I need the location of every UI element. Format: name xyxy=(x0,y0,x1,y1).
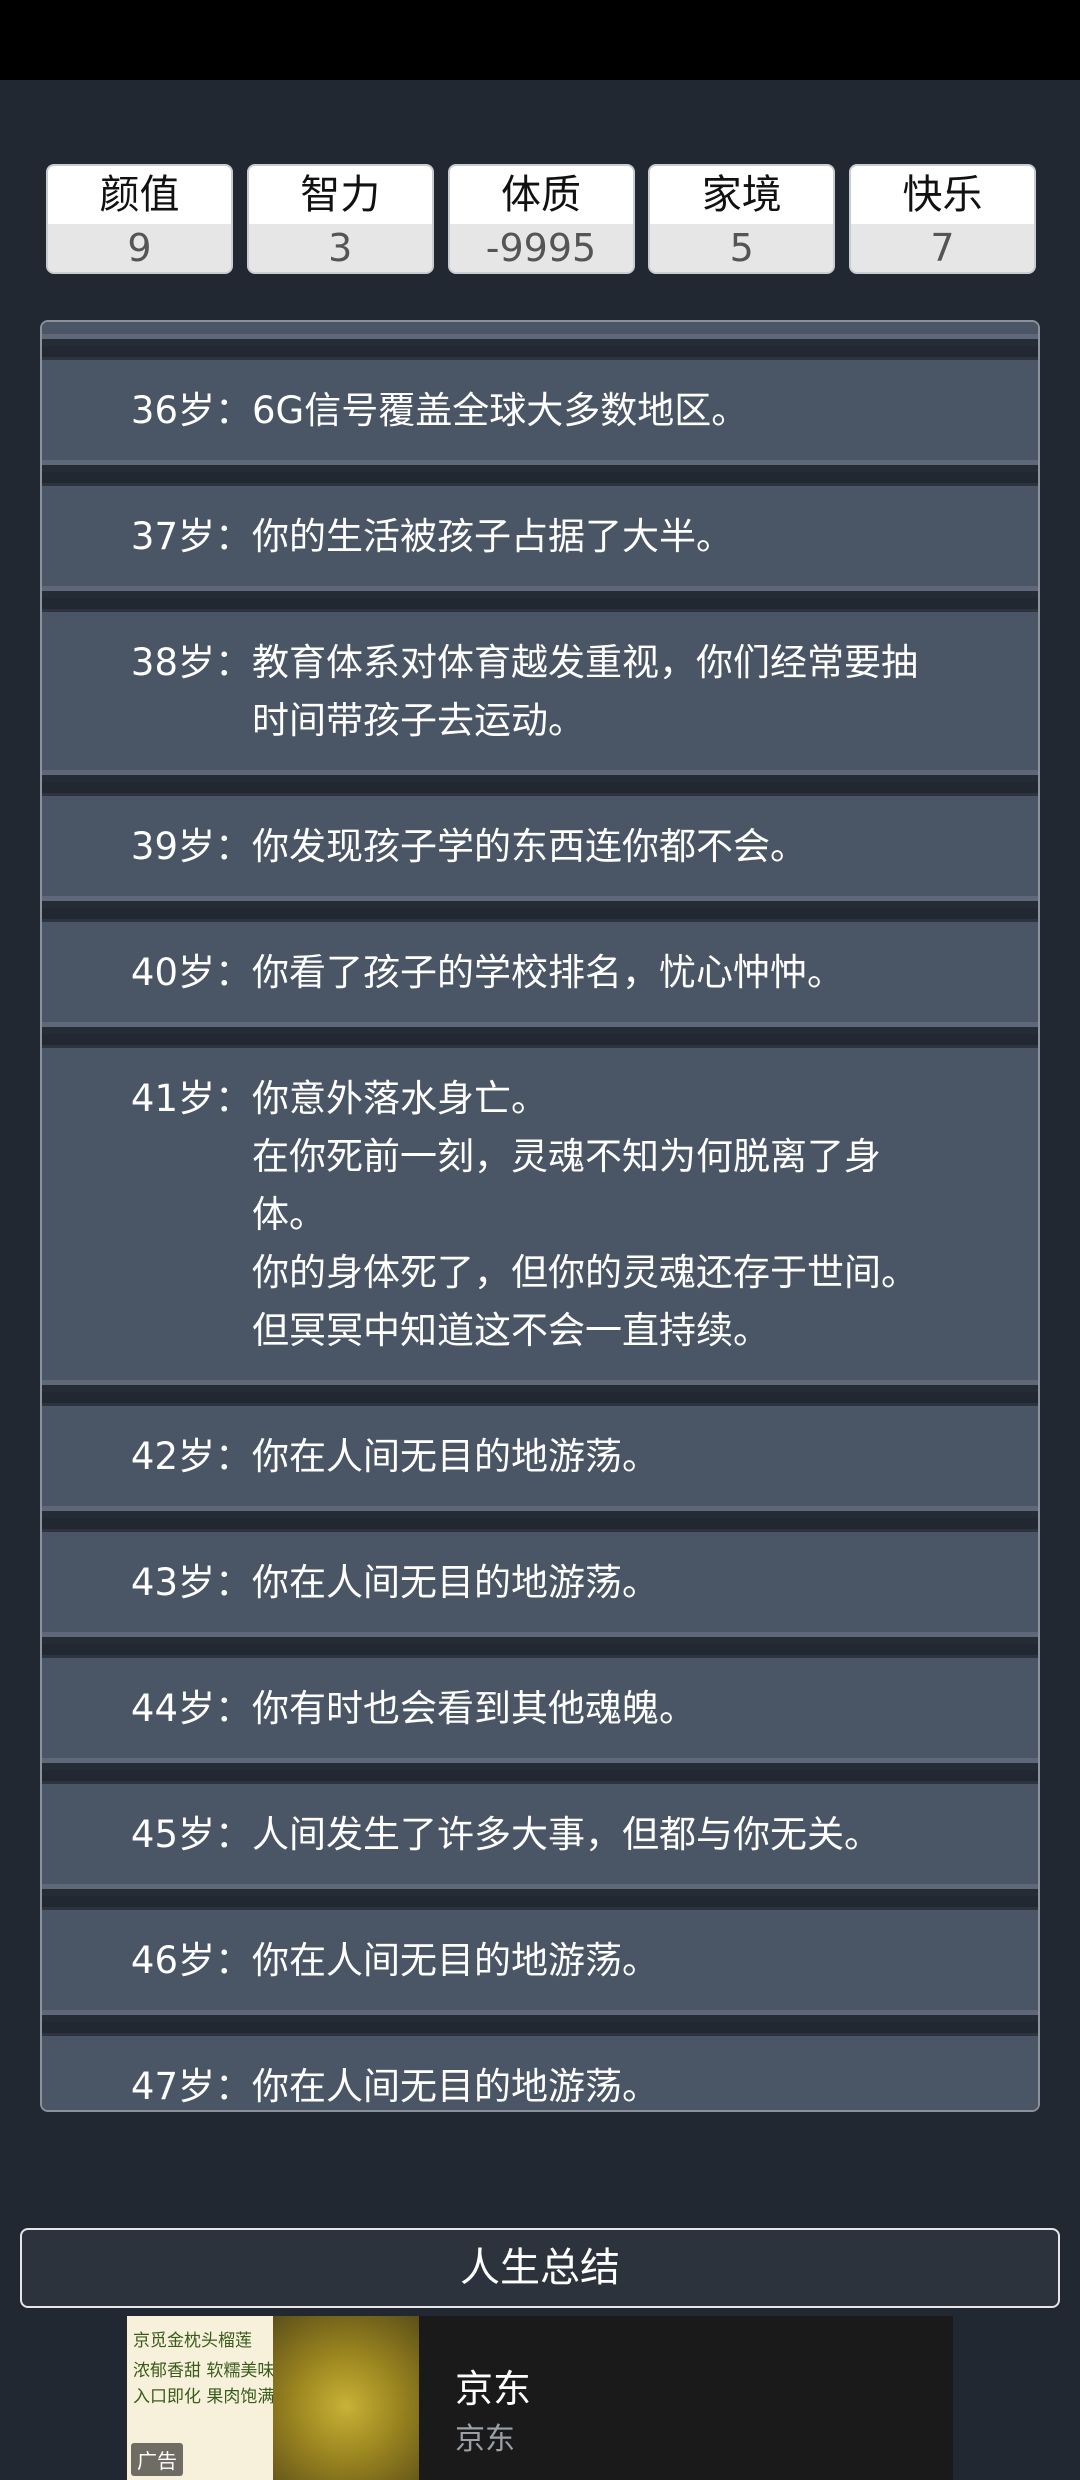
life-event-entry: 38岁： 教育体系对体育越发重视，你们经常要抽 时间带孩子去运动。 xyxy=(42,612,1038,770)
event-text: 教育体系对体育越发重视，你们经常要抽 时间带孩子去运动。 xyxy=(252,634,1038,750)
event-text: 你有时也会看到其他魂魄。 xyxy=(252,1680,1038,1738)
life-event-entry: 37岁： 你的生活被孩子占据了大半。 xyxy=(42,486,1038,586)
stat-label: 体质 xyxy=(449,166,633,224)
life-event-entry: 43岁： 你在人间无目的地游荡。 xyxy=(42,1532,1038,1632)
stat-value: 5 xyxy=(650,224,834,272)
event-age: 47岁： xyxy=(130,2065,252,2108)
life-event-list: 方通报是在拍电视剧。 36岁：6G信号覆盖全球大多数地区。 37岁：你的生活被孩子占… xyxy=(42,322,1038,2110)
status-bar xyxy=(0,0,1080,80)
event-text-line: 你在人间无目的地游荡。 xyxy=(252,1435,659,1478)
life-event-entry: 44岁： 你有时也会看到其他魂魄。 xyxy=(42,1658,1038,1758)
event-text: 你的生活被孩子占据了大半。 xyxy=(252,508,1038,566)
event-age: 36岁： xyxy=(130,389,252,432)
life-event-entry: 方通报是在拍电视剧。 xyxy=(42,322,1038,334)
event-age: 39岁： xyxy=(130,825,252,868)
event-text: 你在人间无目的地游荡。 xyxy=(252,1428,1038,1486)
event-age: 37岁： xyxy=(130,515,252,558)
event-text-line: 你看了孩子的学校排名，忧心忡忡。 xyxy=(252,951,844,994)
ad-image-line: 浓郁香甜 软糯美味 xyxy=(133,2361,275,2381)
attribute-panel: 颜值 9 智力 3 体质 -9995 家境 5 快乐 7 xyxy=(46,164,1036,274)
ad-title[interactable]: 京东 xyxy=(455,2358,531,2413)
stat-label: 家境 xyxy=(650,166,834,224)
event-text: 你在人间无目的地游荡。 xyxy=(252,1932,1038,1990)
stat-appearance: 颜值 9 xyxy=(46,164,233,274)
life-summary-button[interactable]: 人生总结 xyxy=(20,2228,1060,2308)
durian-image xyxy=(273,2316,419,2480)
stat-label: 颜值 xyxy=(48,166,231,224)
event-text: 你意外落水身亡。在你死前一刻，灵魂不知为何脱离了身 体。你的身体死了，但你的灵魂还… xyxy=(252,1070,1038,1360)
event-text: 你看了孩子的学校排名，忧心忡忡。 xyxy=(252,944,1038,1002)
life-event-entry: 36岁： 6G信号覆盖全球大多数地区。 xyxy=(42,360,1038,460)
event-age: 46岁： xyxy=(130,1939,252,1982)
life-event-entry: 47岁： 你在人间无目的地游荡。 xyxy=(42,2036,1038,2110)
event-text-line: 6G信号覆盖全球大多数地区。 xyxy=(252,389,749,432)
event-text-line: 但冥冥中知道这不会一直持续。 xyxy=(252,1309,770,1352)
event-text-line: 你发现孩子学的东西连你都不会。 xyxy=(252,825,807,868)
event-text-line: 你意外落水身亡。 xyxy=(252,1077,548,1120)
event-text-line: 你在人间无目的地游荡。 xyxy=(252,2065,659,2108)
stat-label: 快乐 xyxy=(851,166,1034,224)
stat-value: 7 xyxy=(851,224,1034,272)
event-text-line: 你在人间无目的地游荡。 xyxy=(252,1561,659,1604)
stat-constitution: 体质 -9995 xyxy=(447,164,635,274)
ad-badge: 广告 xyxy=(131,2443,183,2476)
life-event-log[interactable]: 方通报是在拍电视剧。 36岁：6G信号覆盖全球大多数地区。 37岁：你的生活被孩子占… xyxy=(40,320,1040,2112)
event-text: 你在人间无目的地游荡。 xyxy=(252,2058,1038,2110)
event-text: 6G信号覆盖全球大多数地区。 xyxy=(252,382,1038,440)
life-event-entry: 41岁： 你意外落水身亡。在你死前一刻，灵魂不知为何脱离了身 体。你的身体死了，但你… xyxy=(42,1048,1038,1380)
event-age: 42岁： xyxy=(130,1435,252,1478)
event-text-line: 人间发生了许多大事，但都与你无关。 xyxy=(252,1813,881,1856)
event-text-line: 你的生活被孩子占据了大半。 xyxy=(252,515,733,558)
event-text: 人间发生了许多大事，但都与你无关。 xyxy=(252,1806,1038,1864)
event-text-line: 你有时也会看到其他魂魄。 xyxy=(252,1687,696,1730)
event-age: 41岁： xyxy=(130,1077,252,1120)
life-event-entry: 46岁： 你在人间无目的地游荡。 xyxy=(42,1910,1038,2010)
stat-family: 家境 5 xyxy=(648,164,836,274)
event-text-line: 在你死前一刻，灵魂不知为何脱离了身 xyxy=(252,1135,881,1178)
life-event-entry: 39岁： 你发现孩子学的东西连你都不会。 xyxy=(42,796,1038,896)
stat-value: 9 xyxy=(48,224,231,272)
event-text-line: 体。 xyxy=(252,1193,326,1236)
event-text: 你发现孩子学的东西连你都不会。 xyxy=(252,818,1038,876)
stat-value: -9995 xyxy=(449,224,633,272)
ad-subtitle: 京东 xyxy=(455,2422,515,2457)
life-event-entry: 45岁： 人间发生了许多大事，但都与你无关。 xyxy=(42,1784,1038,1884)
stat-intelligence: 智力 3 xyxy=(246,164,434,274)
ad-image-line: 入口即化 果肉饱满 xyxy=(133,2387,275,2407)
event-text-line: 教育体系对体育越发重视，你们经常要抽 xyxy=(252,641,918,684)
life-restart-screen: 颜值 9 智力 3 体质 -9995 家境 5 快乐 7 方通报是在拍电视剧。 3… xyxy=(0,80,1080,2480)
event-age: 43岁： xyxy=(130,1561,252,1604)
life-event-entry: 40岁： 你看了孩子的学校排名，忧心忡忡。 xyxy=(42,922,1038,1022)
event-text-line: 你在人间无目的地游荡。 xyxy=(252,1939,659,1982)
ad-image[interactable]: 京觅金枕头榴莲 浓郁香甜 软糯美味 入口即化 果肉饱满 广告 xyxy=(127,2316,419,2480)
event-text-line: 时间带孩子去运动。 xyxy=(252,699,585,742)
ad-image-line: 京觅金枕头榴莲 xyxy=(133,2331,252,2351)
event-text-line: 你的身体死了，但你的灵魂还存于世间。 xyxy=(252,1251,918,1294)
stat-value: 3 xyxy=(248,224,432,272)
event-text: 你在人间无目的地游荡。 xyxy=(252,1554,1038,1612)
life-event-entry: 42岁： 你在人间无目的地游荡。 xyxy=(42,1406,1038,1506)
event-age: 40岁： xyxy=(130,951,252,994)
stat-happiness: 快乐 7 xyxy=(849,164,1036,274)
event-age: 38岁： xyxy=(130,641,252,684)
ad-banner[interactable]: 京觅金枕头榴莲 浓郁香甜 软糯美味 入口即化 果肉饱满 广告 京东 京东 xyxy=(127,2316,953,2480)
event-age: 44岁： xyxy=(130,1687,252,1730)
stat-label: 智力 xyxy=(248,166,432,224)
event-age: 45岁： xyxy=(130,1813,252,1856)
